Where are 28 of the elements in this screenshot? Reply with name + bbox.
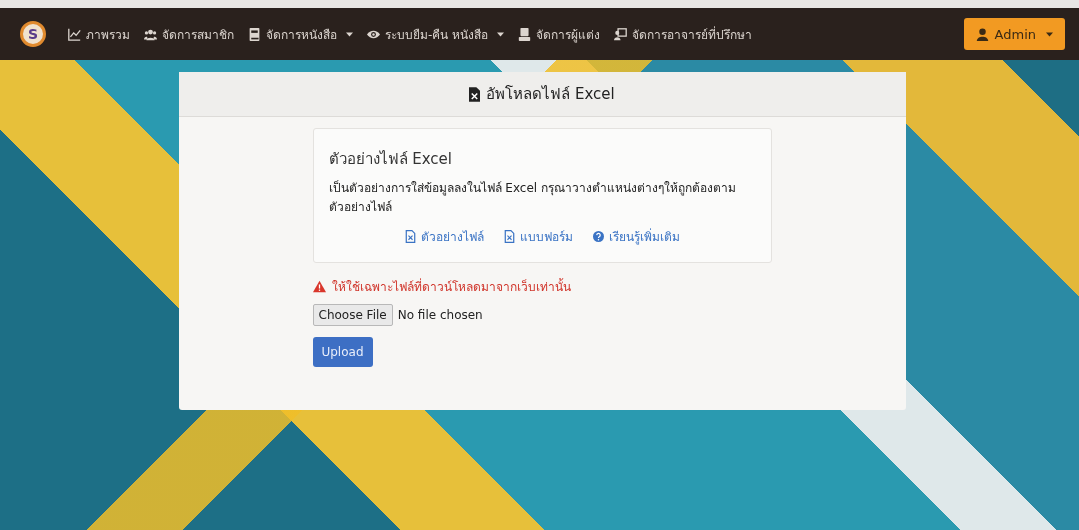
card-title: อัพโหลดไฟล์ Excel: [486, 84, 615, 105]
line-chart-icon: [68, 27, 81, 41]
file-icon: [405, 230, 416, 243]
link[interactable]: ตัวอย่างไฟล์: [405, 227, 484, 246]
file-icon: [504, 230, 515, 243]
nav-link[interactable]: จัดการหนังสือ: [248, 24, 353, 44]
nav-link[interactable]: ภาพรวม: [68, 24, 130, 44]
panel-description: เป็นตัวอย่างการใส่ข้อมูลลงในไฟล์ Excel กรุณาวางตำแหน่งต่างๆให้ถูกต้องตาม ตัวอย่างไฟล์: [328, 179, 737, 216]
nav-link[interactable]: จัดการอาจารย์ที่ปรึกษา: [614, 24, 753, 44]
warning-text: ให้ใช้เฉพาะไฟล์ที่ดาวน์โหลดมาจากเว็บเท่านั้น: [331, 277, 571, 296]
nav-link[interactable]: จัดการผู้แต่ง: [518, 24, 601, 44]
panel-heading: ตัวอย่างไฟล์ Excel: [328, 149, 453, 170]
choose-file-button[interactable]: Choose File: [312, 304, 393, 326]
nav-link[interactable]: จัดการสมาชิก: [144, 24, 234, 44]
link[interactable]: เรียนรู้เพิ่มเติม: [593, 227, 680, 246]
book-icon: [248, 27, 261, 41]
help-icon: [593, 230, 604, 243]
excel-file-icon: [469, 86, 481, 102]
teacher-board-icon: [614, 27, 628, 41]
upload-button[interactable]: Upload: [312, 337, 373, 367]
user-icon: [975, 27, 989, 41]
file-status: No file chosen: [397, 308, 483, 322]
warning-icon: [312, 280, 326, 293]
logo-icon[interactable]: S: [20, 21, 46, 47]
nav-link[interactable]: ระบบยืม-คืน หนังสือ: [367, 24, 505, 44]
users-icon: [144, 27, 157, 41]
link[interactable]: แบบฟอร์ม: [504, 227, 573, 246]
user-menu-button[interactable]: Admin: [963, 18, 1065, 50]
